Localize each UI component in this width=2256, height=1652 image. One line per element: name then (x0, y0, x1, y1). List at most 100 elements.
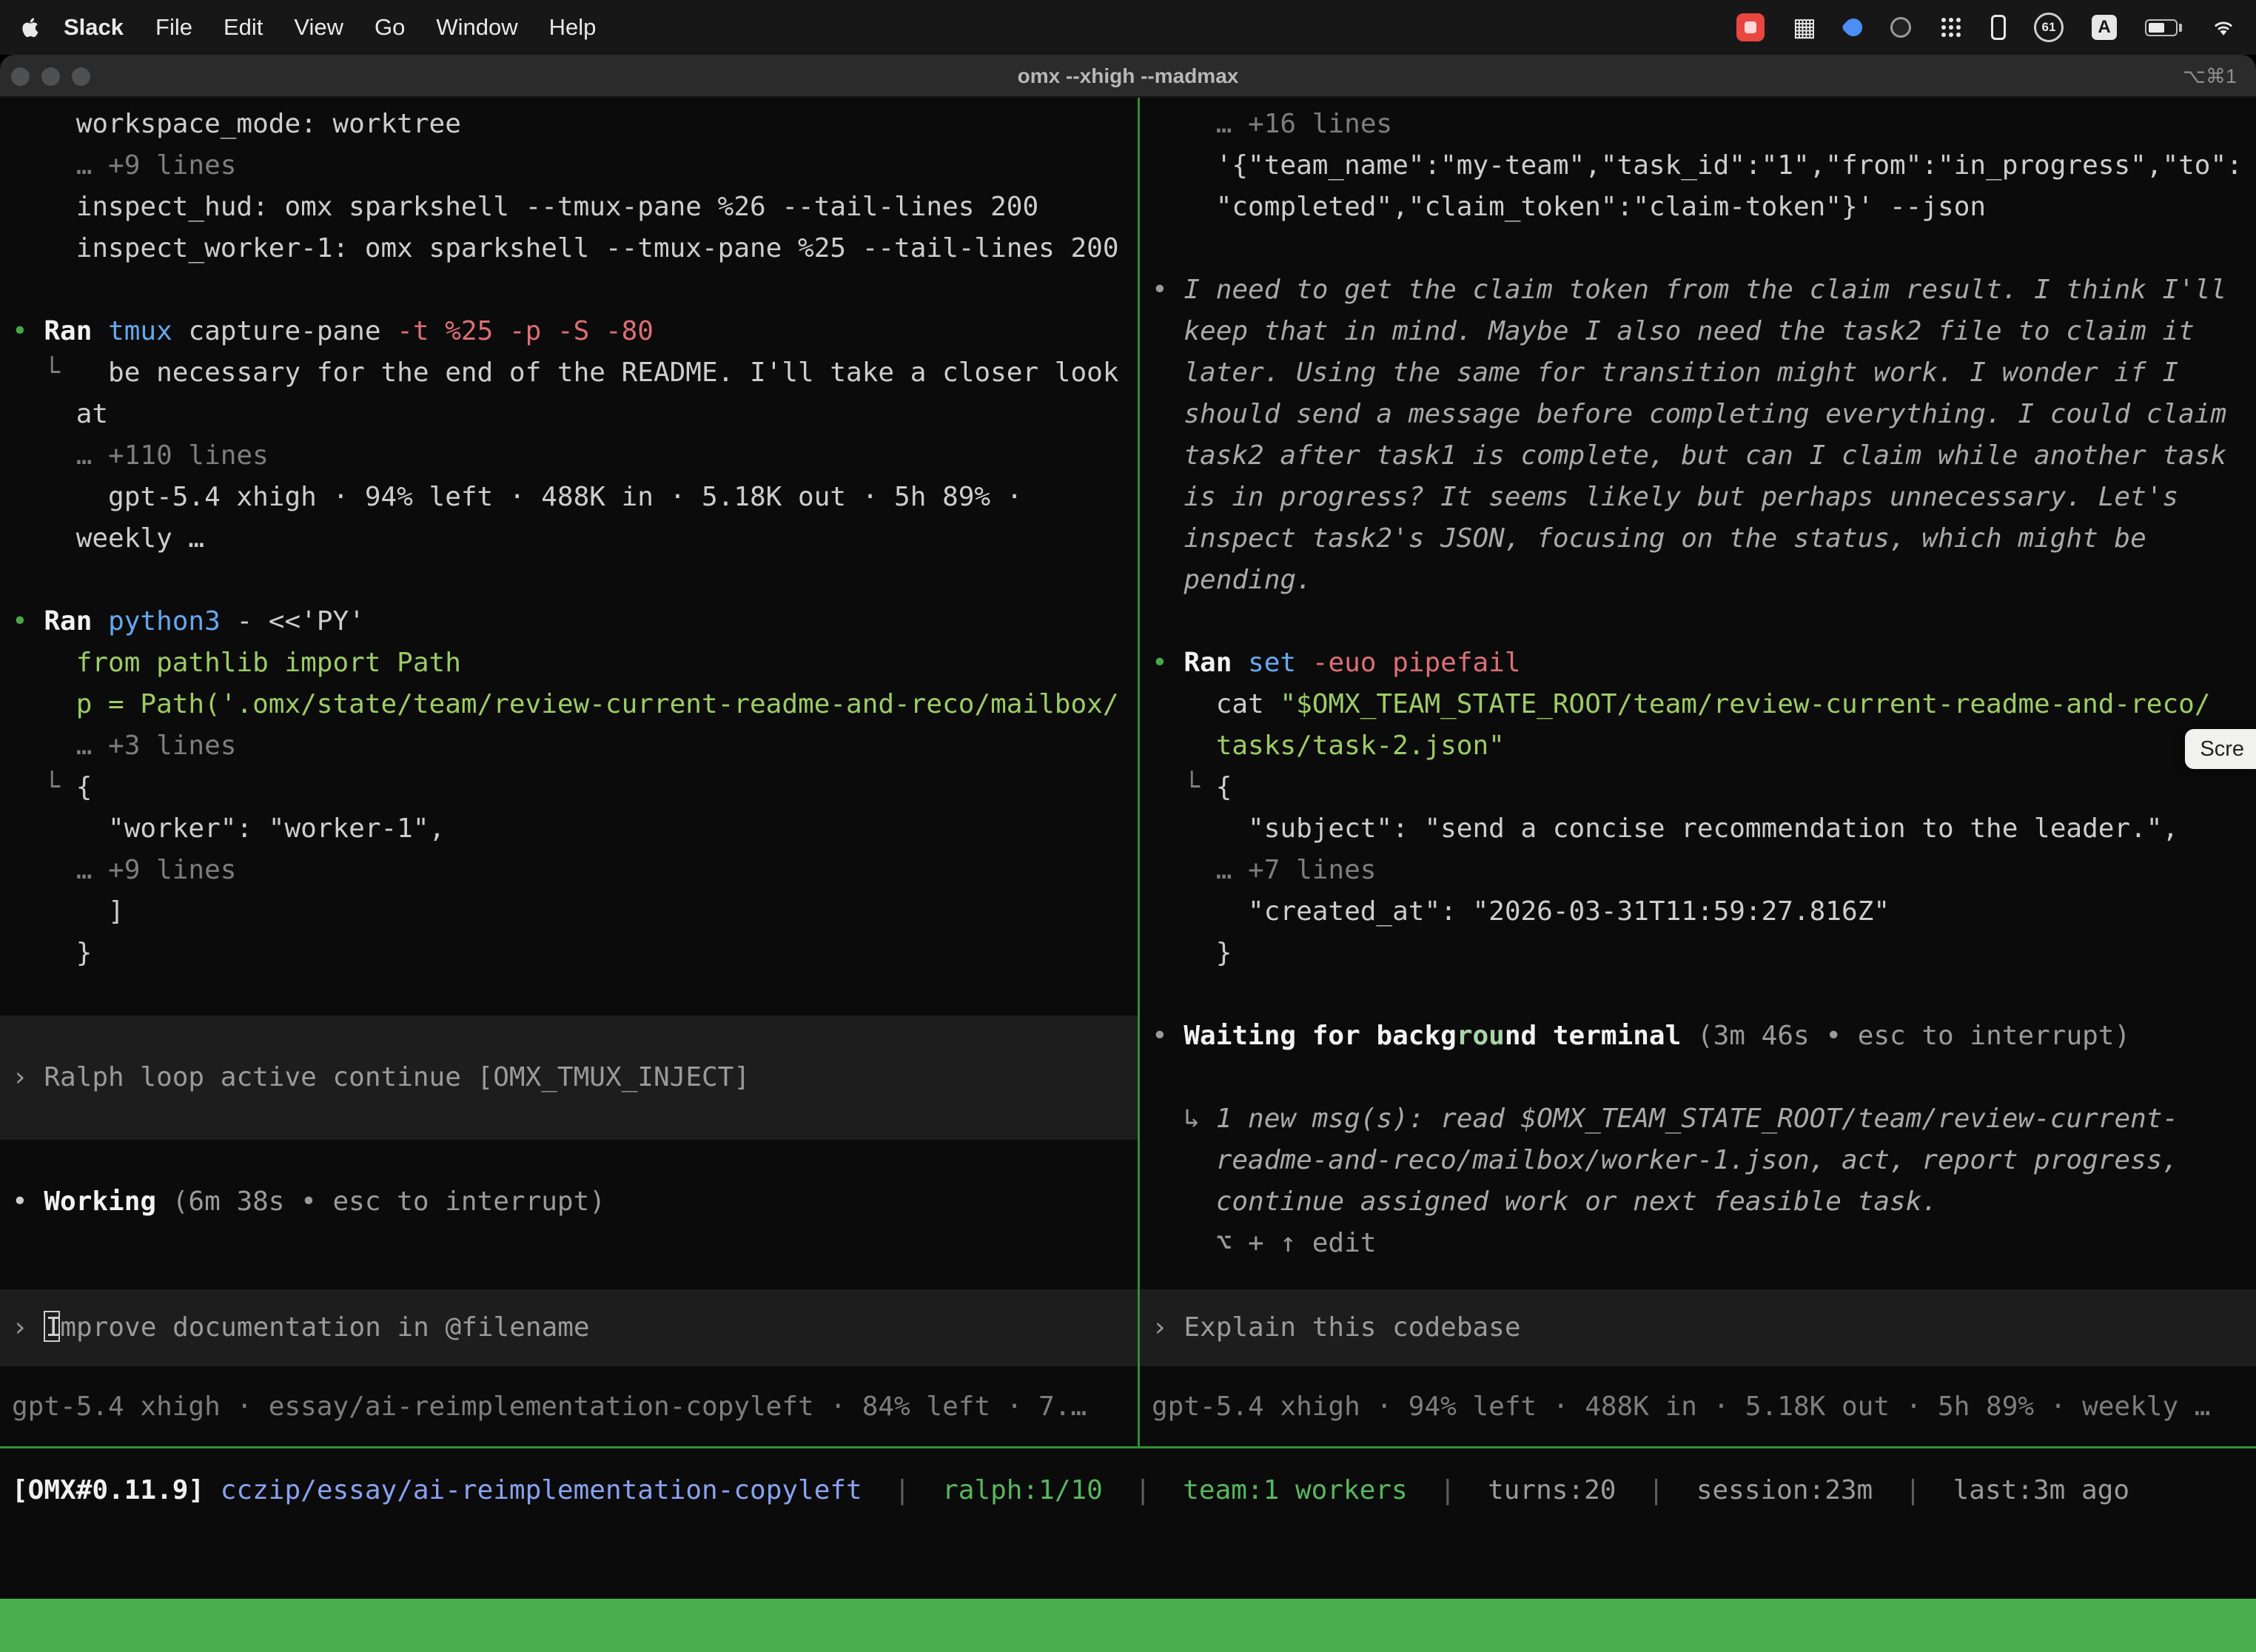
text-segment: ↳ (1152, 1104, 1216, 1134)
terminal-line: '{"team_name":"my-team","task_id":"1","f… (1152, 145, 2256, 187)
text-segment: -euo pipefail (1312, 648, 1521, 678)
terminal-line: • Ran tmux capture-pane -t %25 -p -S -80 (12, 311, 1138, 352)
status-segment: session:23m (1696, 1475, 1873, 1505)
grid-icon[interactable]: ▦ (1793, 15, 1816, 40)
input-source-icon[interactable]: A (2092, 15, 2117, 40)
terminal-line: pending. (1152, 560, 2256, 601)
text-segment: should send a message before completing … (1152, 399, 2226, 429)
terminal-line: cat "$OMX_TEAM_STATE_ROOT/team/review-cu… (1152, 684, 2256, 725)
text-segment: - <<'PY' (236, 606, 364, 637)
text-segment: inspect task2's JSON, focusing on the st… (1152, 523, 2146, 554)
terminal-line: "subject": "send a concise recommendatio… (1152, 808, 2256, 850)
terminal-line: … +16 lines (1152, 104, 2256, 145)
droplet-icon[interactable] (1844, 19, 1862, 36)
terminal-line: … +9 lines (12, 145, 1138, 187)
terminal-line: "created_at": "2026-03-31T11:59:27.816Z" (1152, 891, 2256, 933)
terminal-line: keep that in mind. Maybe I also need the… (1152, 311, 2256, 352)
apple-menu-icon[interactable] (19, 16, 43, 39)
text-segment: ] (12, 896, 124, 927)
status-segment: [OMX#0.11.9] (12, 1475, 204, 1505)
phone-icon[interactable] (1991, 15, 2006, 40)
text-segment: › (12, 1312, 44, 1343)
text-segment: python3 (108, 606, 236, 637)
terminal-line: • Working (6m 38s • esc to interrupt) (12, 1181, 1138, 1223)
text-segment: Ralph loop active continue [OMX_TMUX_INJ… (44, 1062, 750, 1092)
text-segment: pending. (1152, 565, 1312, 595)
terminal-line (12, 1140, 1138, 1181)
dots-grid-icon[interactable] (1939, 16, 1963, 39)
text-segment: • (1152, 648, 1184, 678)
text-segment: • (12, 1186, 44, 1217)
terminal-line: gpt-5.4 xhigh · 94% left · 488K in · 5.1… (12, 477, 1138, 518)
terminal-line (12, 560, 1138, 601)
text-segment: gpt-5.4 xhigh · 94% left · 488K in · 5.1… (12, 482, 1022, 512)
text-segment: nd terminal (1505, 1021, 1697, 1051)
knob-icon[interactable] (1890, 17, 1911, 38)
text-segment: tmux (108, 316, 188, 346)
dots-shape (1941, 18, 1946, 22)
terminal-line (1152, 1057, 2256, 1098)
status-segment: | (1616, 1475, 1696, 1505)
text-segment: task2 after task1 is complete, but can I… (1152, 440, 2226, 471)
text-segment: Ran (44, 606, 108, 637)
menu-edit[interactable]: Edit (224, 14, 263, 41)
knob-shape (1890, 17, 1911, 38)
prompt-band[interactable]: › Improve documentation in @filename (0, 1289, 1138, 1366)
prompt-band[interactable]: › Ralph loop active continue [OMX_TMUX_I… (0, 1015, 1138, 1140)
text-segment: -t %25 -p -S -80 (397, 316, 654, 346)
text-segment: capture-pane (188, 316, 397, 346)
text-segment: └ (12, 357, 108, 388)
terminal-line: task2 after task1 is complete, but can I… (1152, 435, 2256, 477)
tmux-pane-left[interactable]: workspace_mode: worktree … +9 lines insp… (0, 104, 1138, 1428)
terminal-line: } (12, 933, 1138, 974)
terminal-line: • Ran set -euo pipefail (1152, 642, 2256, 684)
text-segment: cat (1152, 689, 1280, 719)
terminal-line: • I need to get the claim token from the… (1152, 269, 2256, 311)
menu-view[interactable]: View (294, 14, 343, 41)
text-segment: { (76, 772, 93, 802)
terminal-line: is in progress? It seems likely but perh… (1152, 477, 2256, 518)
terminal-line (12, 269, 1138, 311)
terminal-line (1152, 601, 2256, 642)
text-segment: mprove documentation in @filename (60, 1312, 589, 1343)
terminal-line: "completed","claim_token":"claim-token"}… (1152, 187, 2256, 228)
terminal-line: "worker": "worker-1", (12, 808, 1138, 850)
terminal-line: from pathlib import Path (12, 642, 1138, 684)
app-menu-slack[interactable]: Slack (64, 14, 124, 41)
screenshot-chip[interactable]: Scre (2185, 729, 2256, 769)
text-segment: from pathlib import Path (12, 648, 461, 678)
title-bar[interactable]: omx --xhigh --madmax ⌥⌘1 (0, 55, 2256, 98)
terminal-line: at (12, 394, 1138, 435)
terminal-line (1152, 974, 2256, 1015)
text-segment: "subject": "send a concise recommendatio… (1152, 813, 2178, 844)
terminal-line: readme-and-reco/mailbox/worker-1.json, a… (1152, 1140, 2256, 1181)
menu-window[interactable]: Window (436, 14, 517, 41)
menu-help[interactable]: Help (549, 14, 597, 41)
text-segment: continue assigned work or next feasible … (1152, 1186, 1938, 1217)
status-segment: cczip/essay/ai-reimplementation-copyleft (221, 1475, 862, 1505)
menu-go[interactable]: Go (375, 14, 405, 41)
status-segment: | (1408, 1475, 1488, 1505)
wifi-icon[interactable] (2210, 14, 2237, 41)
terminal-line: should send a message before completing … (1152, 394, 2256, 435)
text-segment: readme-and-reco/mailbox/worker-1.json, a… (1152, 1145, 2178, 1175)
text-segment: { (1216, 772, 1232, 802)
terminal-line: … +7 lines (1152, 850, 2256, 891)
battery-gauge-icon[interactable]: 61 (2034, 13, 2064, 42)
text-segment: └ (1152, 772, 1216, 802)
prompt-band[interactable]: › Explain this codebase (1140, 1289, 2256, 1366)
terminal-line: weekly … (12, 518, 1138, 560)
tmux-pane-right[interactable]: … +16 lines '{"team_name":"my-team","tas… (1140, 104, 2256, 1428)
terminal-line: workspace_mode: worktree (12, 104, 1138, 145)
text-segment: rou (1457, 1021, 1505, 1051)
terminal-line: continue assigned work or next feasible … (1152, 1181, 2256, 1223)
text-segment: • (12, 606, 44, 637)
terminal-line: inspect_worker-1: omx sparkshell --tmux-… (12, 228, 1138, 269)
battery-icon[interactable] (2145, 19, 2182, 36)
terminal-line: └ { (1152, 767, 2256, 808)
status-segment (204, 1475, 221, 1505)
screen-recording-icon[interactable] (1736, 13, 1765, 41)
status-segment: | (1103, 1475, 1183, 1505)
menu-file[interactable]: File (155, 14, 192, 41)
text-segment: › (1152, 1312, 1184, 1343)
